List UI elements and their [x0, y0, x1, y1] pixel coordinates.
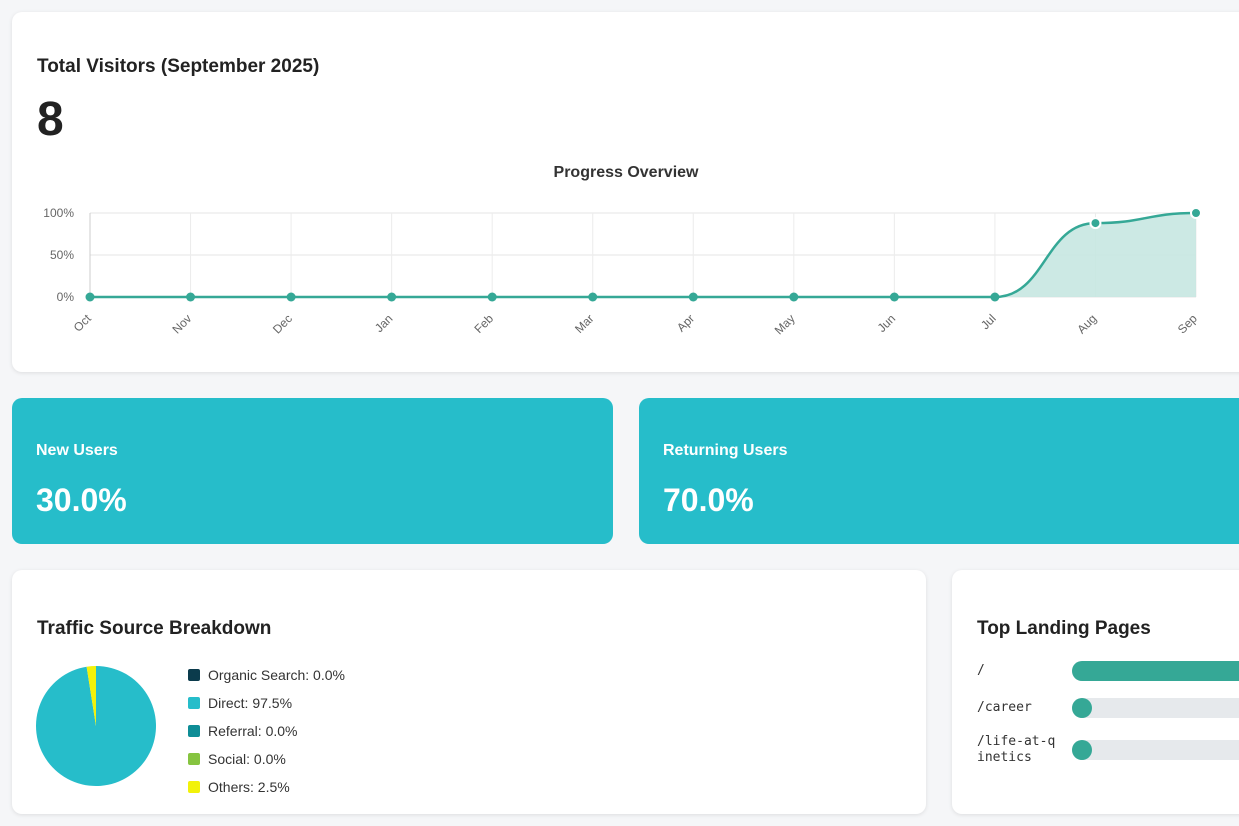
landing-page-path: /life-at-qinetics: [977, 734, 1056, 765]
series-point: [789, 292, 799, 302]
series-point: [387, 292, 397, 302]
legend-label: Social: 0.0%: [208, 751, 286, 767]
legend-label: Others: 2.5%: [208, 779, 290, 795]
new-users-value: 30.0%: [36, 482, 127, 518]
traffic-pie-chart: [36, 666, 156, 786]
landing-page-path: /: [977, 663, 985, 678]
visitors-card: Total Visitors (September 2025) 8 Progre…: [12, 12, 1239, 372]
legend-swatch: [188, 669, 200, 681]
traffic-legend: Organic Search: 0.0% Direct: 97.5% Refer…: [188, 661, 345, 801]
series-point: [688, 292, 698, 302]
x-tick-label: Nov: [169, 311, 194, 336]
series-point: [1190, 207, 1202, 219]
series-point: [1089, 217, 1102, 230]
legend-label: Referral: 0.0%: [208, 723, 298, 739]
landing-page-bar-track: [1072, 740, 1239, 760]
landing-page-bar-fill: [1072, 698, 1092, 718]
progress-chart: Progress Overview 0% 50% 100% Oct Nov Dec Jan F…: [43, 164, 1202, 337]
x-tick-label: Apr: [674, 311, 697, 334]
series-point: [286, 292, 296, 302]
traffic-title: Traffic Source Breakdown: [37, 618, 272, 639]
x-tick-label: Mar: [572, 311, 597, 336]
returning-users-value: 70.0%: [663, 482, 754, 518]
series-point: [487, 292, 497, 302]
new-users-card: New Users 30.0%: [12, 398, 613, 544]
landing-page-bar-fill: [1072, 740, 1092, 760]
series-point: [588, 292, 598, 302]
x-tick-label: Jun: [875, 311, 899, 335]
chart-title: Progress Overview: [554, 164, 700, 181]
legend-swatch: [188, 725, 200, 737]
legend-label: Direct: 97.5%: [208, 695, 293, 711]
legend-item-others: Others: 2.5%: [188, 773, 345, 801]
legend-item-social: Social: 0.0%: [188, 745, 345, 773]
x-tick-label: Dec: [270, 311, 295, 336]
landing-pages-title: Top Landing Pages: [977, 618, 1151, 639]
x-tick-label: Aug: [1074, 311, 1099, 336]
landing-page-bar-track: [1072, 661, 1239, 681]
x-tick-label: Feb: [472, 311, 497, 336]
landing-page-path: /career: [977, 700, 1032, 715]
legend-label: Organic Search: 0.0%: [208, 667, 345, 683]
legend-swatch: [188, 781, 200, 793]
x-tick-label: May: [772, 311, 798, 337]
series-point: [85, 292, 95, 302]
x-tick-label: Jul: [978, 311, 999, 332]
traffic-card: Traffic Source Breakdown Organic Search:…: [12, 570, 926, 814]
x-tick-label: Sep: [1175, 311, 1200, 336]
legend-item-organic-search: Organic Search: 0.0%: [188, 661, 345, 689]
series-point: [990, 292, 1000, 302]
series-point: [186, 292, 196, 302]
y-tick-label: 100%: [43, 206, 74, 220]
x-tick-label: Oct: [71, 311, 95, 335]
landing-pages-card: Top Landing Pages / /career /life-at-qin…: [952, 570, 1239, 814]
landing-page-bar-fill: [1072, 661, 1239, 681]
legend-swatch: [188, 697, 200, 709]
series-point: [889, 292, 899, 302]
legend-item-referral: Referral: 0.0%: [188, 717, 345, 745]
x-tick-label: Jan: [372, 311, 396, 335]
legend-swatch: [188, 753, 200, 765]
returning-users-label: Returning Users: [663, 442, 788, 459]
y-tick-label: 0%: [57, 290, 75, 304]
legend-item-direct: Direct: 97.5%: [188, 689, 345, 717]
returning-users-card: Returning Users 70.0%: [639, 398, 1239, 544]
new-users-label: New Users: [36, 442, 118, 459]
landing-page-bar-track: [1072, 698, 1239, 718]
y-tick-label: 50%: [50, 248, 74, 262]
